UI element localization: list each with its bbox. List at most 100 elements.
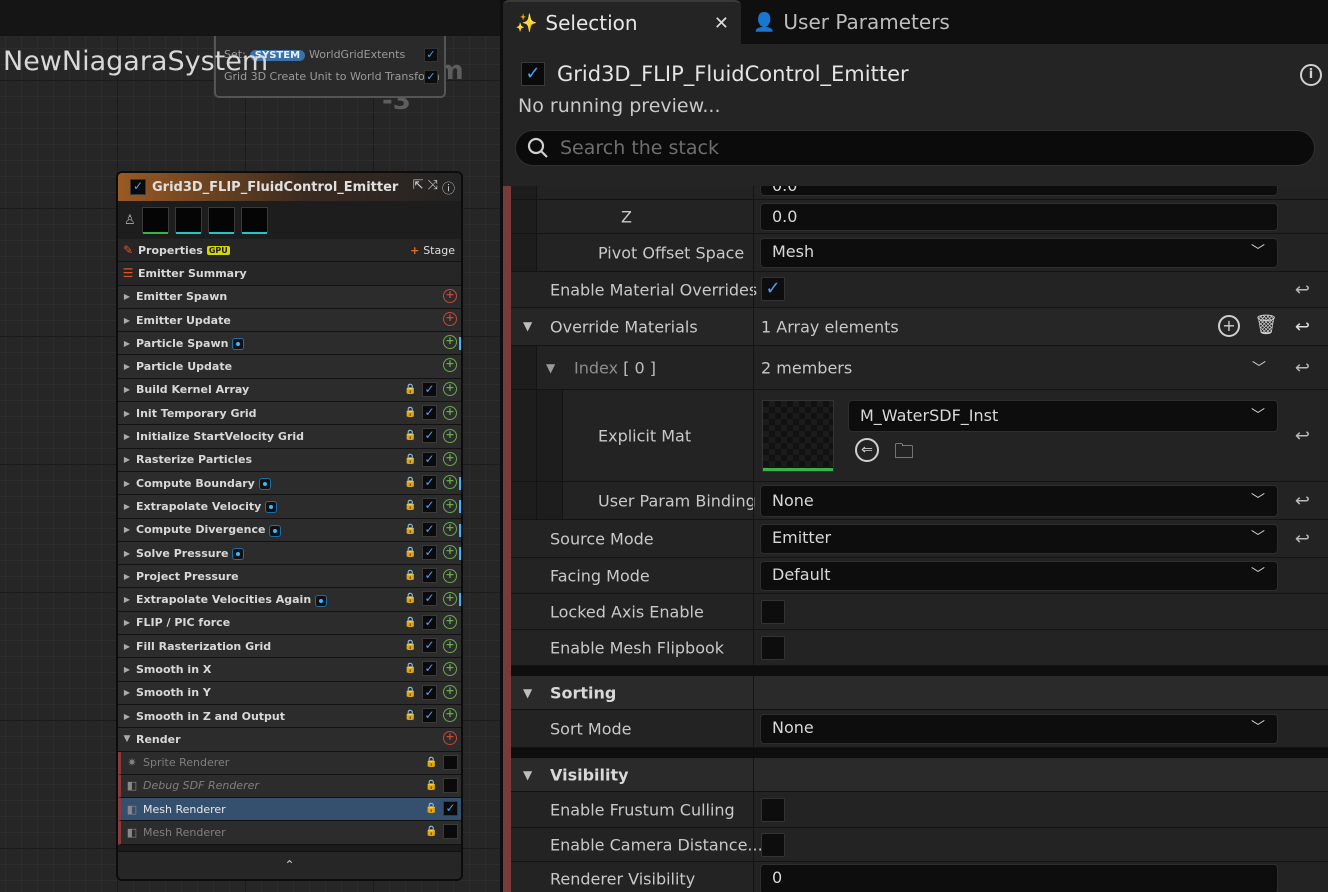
stack-item-checkbox[interactable]: ✓: [422, 428, 437, 444]
renderer-row[interactable]: ✷ Sprite Renderer 🔒: [118, 751, 461, 775]
add-module-button[interactable]: +: [443, 405, 457, 420]
stack-item-row[interactable]: ▶ Particle Spawn +: [118, 332, 461, 356]
render-group-row[interactable]: ▼ Render +: [118, 728, 461, 752]
sorting-category[interactable]: ▼ Sorting: [511, 676, 1328, 710]
renderer-enable-checkbox[interactable]: [443, 824, 458, 840]
tab-selection[interactable]: ✨ Selection ✕: [503, 0, 741, 44]
stack-item-row[interactable]: ▶ Emitter Update +: [118, 308, 461, 333]
stack-item-checkbox[interactable]: ✓: [422, 451, 437, 467]
add-module-button[interactable]: +: [443, 498, 457, 513]
browse-asset-icon[interactable]: 🗀: [894, 437, 914, 471]
renderer-enable-checkbox[interactable]: [443, 777, 458, 793]
add-module-button[interactable]: +: [443, 428, 457, 443]
add-module-button[interactable]: +: [443, 475, 457, 490]
locked-axis-checkbox[interactable]: [761, 600, 785, 624]
info-icon[interactable]: i: [1300, 64, 1322, 86]
add-module-button[interactable]: +: [443, 335, 457, 350]
mesh-flipbook-checkbox[interactable]: [761, 636, 785, 660]
node-graph-canvas[interactable]: Set: SYSTEM WorldGridExtents ✓ Grid 3D Cre…: [0, 0, 500, 892]
stack-item-checkbox[interactable]: ✓: [422, 661, 437, 677]
thumbnail[interactable]: [240, 207, 268, 234]
stack-item-row[interactable]: ▶ Extrapolate Velocities Again 🔒 ✓ +: [118, 588, 461, 612]
reset-arrow-icon[interactable]: ↩: [1295, 528, 1310, 549]
material-overrides-checkbox[interactable]: ✓: [761, 277, 785, 301]
stack-item-checkbox[interactable]: ✓: [422, 684, 437, 700]
renderer-row[interactable]: ◧ Mesh Renderer 🔒: [118, 821, 461, 845]
thumbnail[interactable]: [141, 207, 169, 234]
material-thumbnail[interactable]: [762, 400, 834, 472]
stack-item-checkbox[interactable]: ✓: [422, 498, 437, 514]
renderer-enable-checkbox[interactable]: ✓: [443, 801, 458, 817]
add-module-button[interactable]: +: [443, 545, 457, 560]
stack-item-row[interactable]: ▶ Smooth in Z and Output 🔒 ✓ +: [118, 704, 461, 729]
add-module-button[interactable]: +: [443, 522, 457, 537]
reset-arrow-icon[interactable]: ↩: [1295, 490, 1310, 511]
use-selected-asset-icon[interactable]: ⇐: [855, 438, 879, 462]
add-element-icon[interactable]: +: [1218, 315, 1240, 337]
stack-item-row[interactable]: ▶ Solve Pressure 🔒 ✓ +: [118, 541, 461, 566]
add-module-button[interactable]: +: [443, 661, 457, 676]
y-field[interactable]: 0.0: [760, 186, 1278, 196]
user-param-binding-dropdown[interactable]: None ﹀: [760, 485, 1278, 517]
source-mode-dropdown[interactable]: Emitter ﹀: [760, 524, 1278, 554]
add-module-button[interactable]: +: [443, 685, 457, 700]
details-panel[interactable]: 0.0 Z 0.0 Pivot Offset Space Mesh ﹀ Enabl…: [503, 186, 1328, 892]
thumbnail[interactable]: [207, 207, 235, 234]
reset-arrow-icon[interactable]: ↩: [1295, 425, 1310, 446]
renderer-row[interactable]: ◧ Mesh Renderer 🔒 ✓: [118, 798, 461, 822]
stack-item-row[interactable]: ▶ Extrapolate Velocity 🔒 ✓ +: [118, 495, 461, 519]
stack-item-row[interactable]: ▶ Compute Boundary 🔒 ✓ +: [118, 471, 461, 496]
stack-item-row[interactable]: ▶ Rasterize Particles 🔒 ✓ +: [118, 448, 461, 472]
camera-distance-checkbox[interactable]: [761, 833, 785, 857]
expanded-arrow-icon[interactable]: ▼: [546, 361, 555, 375]
stack-item-checkbox[interactable]: ✓: [422, 544, 437, 560]
stack-item-row[interactable]: ▶ Fill Rasterization Grid 🔒 ✓ +: [118, 635, 461, 659]
add-module-button[interactable]: +: [443, 615, 457, 630]
open-external-icon[interactable]: ⇱: [413, 178, 424, 197]
add-module-button[interactable]: +: [443, 358, 457, 373]
reset-arrow-icon[interactable]: ↩: [1295, 357, 1310, 378]
add-module-button[interactable]: +: [443, 568, 457, 583]
search-input[interactable]: Search the stack: [515, 130, 1315, 166]
set-row-checkbox[interactable]: ✓: [424, 48, 438, 62]
add-renderer-button[interactable]: +: [443, 731, 457, 746]
stack-item-checkbox[interactable]: ✓: [422, 638, 437, 654]
stack-item-row[interactable]: ▶ Emitter Spawn +: [118, 285, 461, 309]
set-row-2-checkbox[interactable]: ✓: [424, 70, 438, 84]
shuffle-icon[interactable]: ⤨: [428, 178, 438, 197]
stack-item-checkbox[interactable]: ✓: [422, 405, 437, 421]
z-field[interactable]: 0.0: [760, 203, 1278, 231]
sort-mode-dropdown[interactable]: None ﹀: [760, 714, 1278, 744]
add-module-button[interactable]: +: [443, 591, 457, 606]
emitter-node[interactable]: ✓ Grid3D_FLIP_FluidControl_Emitter ⇱ ⤨ ⓘ…: [116, 171, 463, 881]
add-module-button[interactable]: +: [443, 452, 457, 467]
facing-mode-dropdown[interactable]: Default ﹀: [760, 561, 1278, 591]
close-tab-icon[interactable]: ✕: [714, 13, 729, 34]
stack-item-checkbox[interactable]: ✓: [422, 381, 437, 397]
info-icon[interactable]: ⓘ: [442, 178, 455, 197]
stack-item-row[interactable]: ▶ Init Temporary Grid 🔒 ✓ +: [118, 402, 461, 426]
renderer-row[interactable]: ◧ Debug SDF Renderer 🔒: [118, 774, 461, 799]
stack-item-checkbox[interactable]: ✓: [422, 707, 437, 723]
pivot-offset-dropdown[interactable]: Mesh ﹀: [760, 238, 1278, 268]
collapse-node-button[interactable]: ⌃: [118, 851, 461, 879]
stack-item-checkbox[interactable]: ✓: [422, 591, 437, 607]
visibility-category[interactable]: ▼ Visibility: [511, 758, 1328, 792]
stack-item-row[interactable]: ▶ Initialize StartVelocity Grid 🔒 ✓ +: [118, 425, 461, 449]
thumbnail[interactable]: [174, 207, 202, 234]
renderer-visibility-field[interactable]: 0: [760, 864, 1278, 892]
emitter-node-header[interactable]: ✓ Grid3D_FLIP_FluidControl_Emitter ⇱ ⤨ ⓘ: [118, 173, 461, 201]
stack-item-row[interactable]: ▶ Particle Update +: [118, 355, 461, 379]
add-module-button[interactable]: +: [443, 638, 457, 653]
properties-row[interactable]: ✎ Properties GPU + Stage: [118, 239, 461, 263]
emitter-enable-checkbox[interactable]: ✓: [130, 179, 146, 195]
expanded-arrow-icon[interactable]: ▼: [523, 319, 532, 333]
material-picker-dropdown[interactable]: M_WaterSDF_Inst ﹀: [848, 400, 1278, 432]
stack-item-checkbox[interactable]: ✓: [422, 614, 437, 630]
stack-item-checkbox[interactable]: ✓: [422, 474, 437, 490]
emitter-summary-row[interactable]: ☰ Emitter Summary: [118, 262, 461, 286]
reset-arrow-icon[interactable]: ↩: [1295, 316, 1310, 337]
renderer-enable-checkbox[interactable]: [443, 754, 458, 770]
stack-item-row[interactable]: ▶ Compute Divergence 🔒 ✓ +: [118, 518, 461, 542]
add-module-button[interactable]: +: [443, 708, 457, 723]
